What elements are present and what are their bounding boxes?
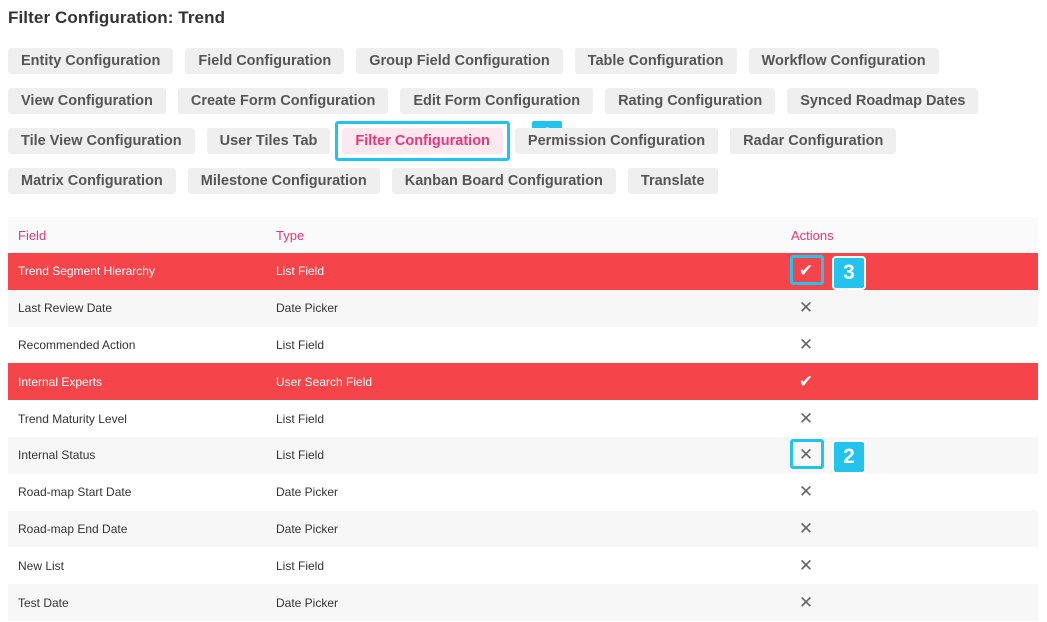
tab-kanban[interactable]: Kanban Board Configuration <box>391 168 616 194</box>
filter-fields-table: Field Type Actions Trend Segment Hierarc… <box>8 217 1038 621</box>
table-row: Road-map End Date Date Picker ✕ <box>8 510 1038 548</box>
table-row: Trend Maturity Level List Field ✕ <box>8 400 1038 437</box>
tab-translate[interactable]: Translate <box>627 168 718 194</box>
tab-label: Tile View Configuration <box>21 133 182 149</box>
table-row: Last Review Date Date Picker ✕ <box>8 289 1038 327</box>
close-icon[interactable]: ✕ <box>791 515 821 543</box>
step-badge: 3 <box>832 256 866 290</box>
field-name: New List <box>18 558 65 573</box>
tab-view[interactable]: View Configuration <box>8 88 166 114</box>
field-name: Internal Experts <box>18 374 103 389</box>
tab-label: Matrix Configuration <box>21 173 163 189</box>
tab-label: Milestone Configuration <box>200 173 367 189</box>
field-type: List Field <box>276 411 325 426</box>
row-actions: ✔ <box>782 363 1038 400</box>
field-type: Date Picker <box>276 485 339 500</box>
row-actions: ✕ <box>782 547 1038 584</box>
tab-entity[interactable]: Entity Configuration <box>8 48 174 74</box>
tab-create-form[interactable]: Create Form Configuration <box>177 88 389 114</box>
close-icon[interactable]: ✕ <box>791 589 821 617</box>
tab-milestone[interactable]: Milestone Configuration <box>187 168 380 194</box>
tab-label: Permission Configuration <box>527 133 706 149</box>
close-icon[interactable]: ✕ <box>791 294 821 322</box>
step-badge: 2 <box>832 439 866 474</box>
tab-label: Translate <box>640 173 705 189</box>
tab-permission[interactable]: Permission Configuration <box>514 128 719 154</box>
row-actions: ✕ <box>782 400 1038 437</box>
field-name: Test Date <box>18 595 69 610</box>
header-actions: Actions <box>791 227 834 243</box>
field-name: Road-map Start Date <box>18 485 132 500</box>
tab-label: Table Configuration <box>587 53 724 69</box>
tab-label: User Tiles Tab <box>219 133 318 149</box>
field-name: Last Review Date <box>18 301 113 316</box>
tab-matrix[interactable]: Matrix Configuration <box>8 168 176 194</box>
tab-label: Synced Roadmap Dates <box>800 93 966 109</box>
field-type: List Field <box>276 558 325 573</box>
tab-label: Group Field Configuration <box>369 53 550 69</box>
tab-label: Filter Configuration <box>355 133 490 149</box>
field-type: Date Picker <box>276 595 339 610</box>
row-actions: ✕ <box>782 584 1038 621</box>
table-row: New List List Field ✕ <box>8 547 1038 584</box>
tab-label: Field Configuration <box>198 53 332 69</box>
tab-label: Edit Form Configuration <box>413 93 581 109</box>
tab-user-tiles[interactable]: User Tiles Tab <box>206 128 331 154</box>
table-row: Trend Segment Hierarchy List Field ✔ 3 <box>8 253 1038 290</box>
row-actions: ✕ <box>782 474 1038 511</box>
table-header: Field Type Actions <box>8 217 1038 253</box>
field-type: List Field <box>276 264 325 279</box>
row-actions: ✕ <box>782 511 1038 548</box>
row-actions: ✕ <box>782 327 1038 364</box>
tab-group-field[interactable]: Group Field Configuration <box>356 48 563 74</box>
header-type: Type <box>276 227 305 243</box>
close-icon[interactable]: ✕ <box>791 478 821 506</box>
tab-label: View Configuration <box>21 93 153 109</box>
tab-filter[interactable]: Filter Configuration1 <box>335 119 565 161</box>
table-body: Trend Segment Hierarchy List Field ✔ 3 Last … <box>8 253 1038 621</box>
tab-label: Kanban Board Configuration <box>404 173 603 189</box>
page-title: Filter Configuration: Trend <box>8 8 226 27</box>
field-name: Road-map End Date <box>18 521 128 536</box>
field-type: Date Picker <box>276 521 339 536</box>
field-type: List Field <box>276 337 325 352</box>
table-row: Internal Experts User Search Field ✔ <box>8 363 1038 401</box>
tab-label: Radar Configuration <box>743 133 884 149</box>
check-icon[interactable]: ✔ <box>790 255 824 286</box>
tab-label: Entity Configuration <box>21 53 161 69</box>
header-field: Field <box>18 227 47 243</box>
table-row: Test Date Date Picker ✕ <box>8 584 1038 621</box>
field-name: Recommended Action <box>18 337 136 352</box>
table-row: Road-map Start Date Date Picker ✕ <box>8 474 1038 511</box>
tab-table[interactable]: Table Configuration <box>574 48 737 74</box>
row-actions: ✕ <box>782 290 1038 327</box>
tab-field[interactable]: Field Configuration <box>185 48 345 74</box>
field-name: Internal Status <box>18 448 96 463</box>
check-icon[interactable]: ✔ <box>791 368 821 396</box>
table-row: Recommended Action List Field ✕ <box>8 327 1038 364</box>
tab-label: Create Form Configuration <box>190 93 376 109</box>
tab-radar[interactable]: Radar Configuration <box>730 128 897 154</box>
field-name: Trend Segment Hierarchy <box>18 264 155 279</box>
tab-tile-view[interactable]: Tile View Configuration <box>8 128 195 154</box>
config-tabs: Entity Configuration Field Configuration G… <box>8 48 1038 194</box>
tab-label: Rating Configuration <box>618 93 763 109</box>
tab-workflow[interactable]: Workflow Configuration <box>748 48 939 74</box>
tab-rating[interactable]: Rating Configuration <box>605 88 776 114</box>
field-type: List Field <box>276 448 325 463</box>
table-row: Internal Status List Field ✕ 2 <box>8 436 1038 474</box>
tab-synced-roadmap[interactable]: Synced Roadmap Dates <box>787 88 979 114</box>
tab-label: Workflow Configuration <box>761 53 926 69</box>
row-actions: ✔ 3 <box>782 253 1038 290</box>
row-actions: ✕ 2 <box>782 437 1038 474</box>
close-icon[interactable]: ✕ <box>791 405 821 433</box>
tab-edit-form[interactable]: Edit Form Configuration <box>400 88 594 114</box>
field-name: Trend Maturity Level <box>18 411 127 426</box>
close-icon[interactable]: ✕ <box>790 439 824 470</box>
field-type: Date Picker <box>276 301 339 316</box>
close-icon[interactable]: ✕ <box>791 331 821 359</box>
close-icon[interactable]: ✕ <box>791 552 821 580</box>
field-type: User Search Field <box>276 374 373 389</box>
